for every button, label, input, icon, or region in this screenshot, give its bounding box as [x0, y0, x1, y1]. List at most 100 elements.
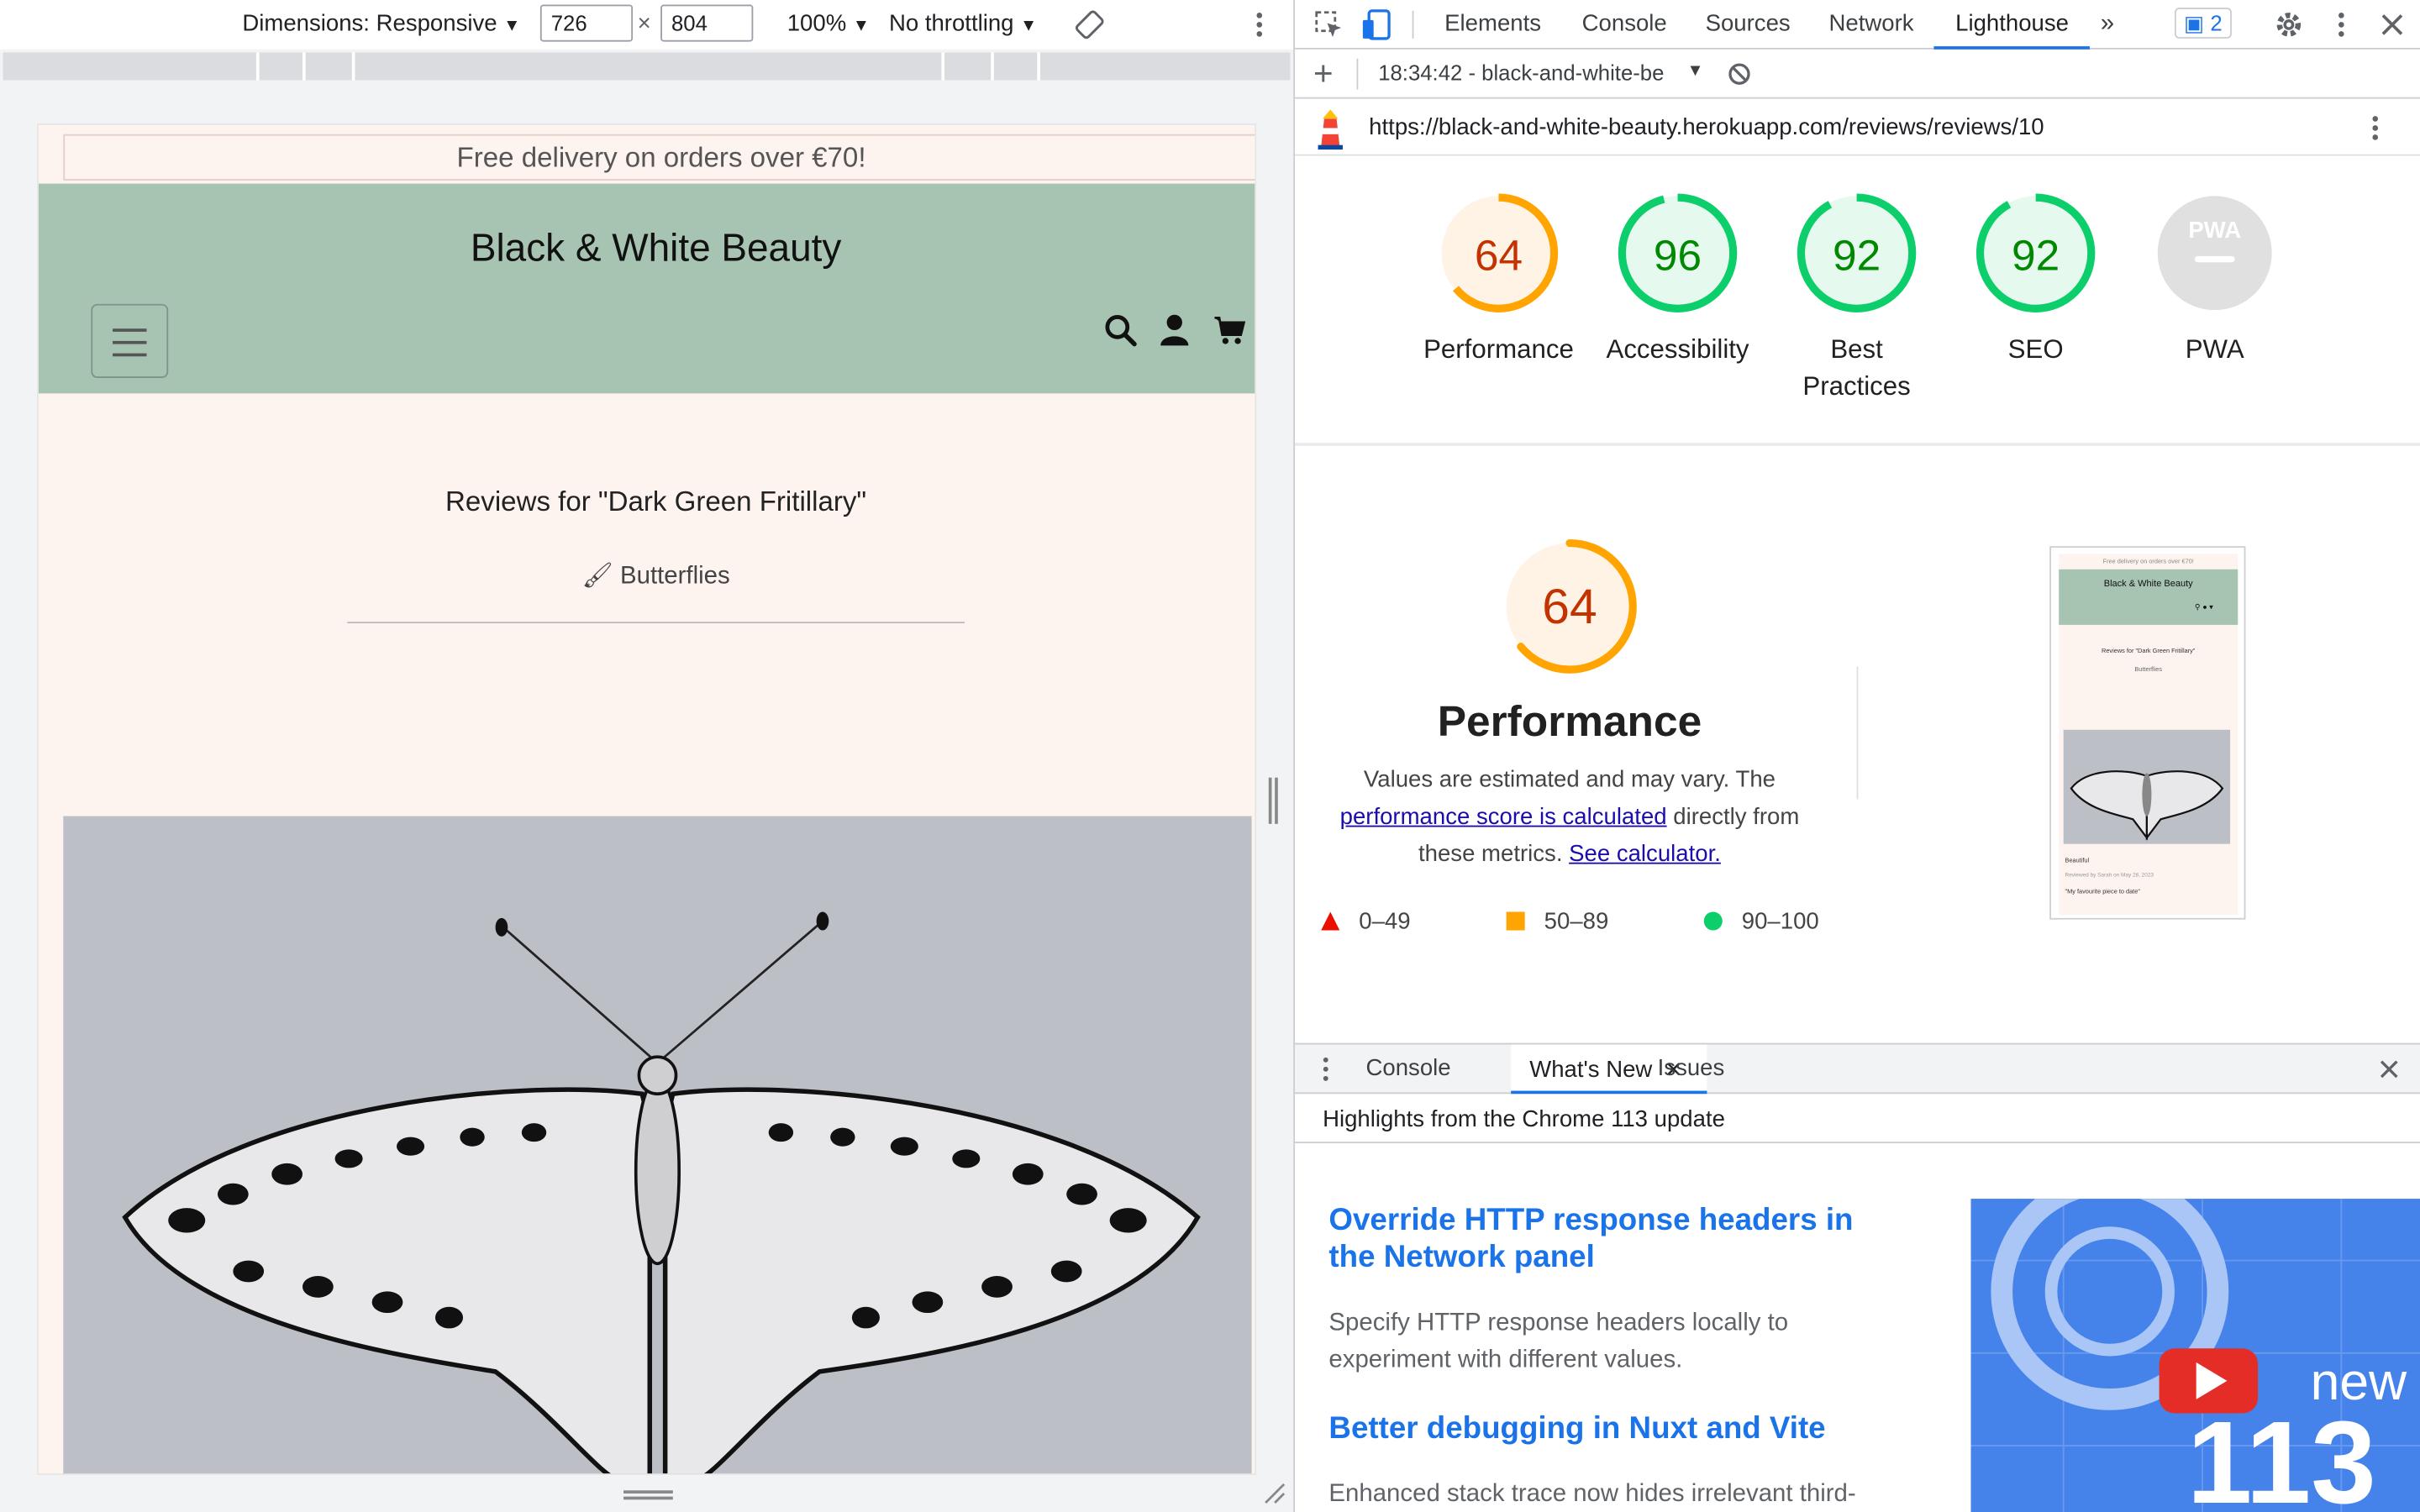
tab-sources[interactable]: Sources — [1706, 0, 1791, 50]
thumb-butterfly — [2070, 770, 2224, 841]
times-sign: × — [637, 10, 651, 38]
bottom-resize-handle[interactable] — [623, 1490, 673, 1500]
issues-count: 2 — [2210, 10, 2223, 36]
corner-resize-icon[interactable] — [1262, 1481, 1286, 1505]
settings-gear-icon[interactable] — [2274, 9, 2305, 40]
site-brand[interactable]: Black & White Beauty — [39, 227, 1255, 271]
menu-toggle-button[interactable] — [91, 303, 169, 379]
media-query-segment[interactable] — [260, 52, 306, 81]
desc-text-2: directly from — [1673, 803, 1800, 831]
thumb-review-text: "My favourite piece to date" — [2065, 887, 2140, 895]
feature-text-2: Enhanced stack trace now hides irrelevan… — [1328, 1481, 1856, 1508]
hamburger-line — [113, 328, 147, 332]
tab-network[interactable]: Network — [1829, 0, 1914, 50]
chevron-down-icon[interactable]: ▼ — [1683, 61, 1704, 81]
gauge-score: 64 — [1475, 230, 1523, 279]
green-circle-icon — [1703, 911, 1723, 931]
device-pane: Dimensions: Responsive ▼ 726 × 804 100% … — [0, 0, 1294, 1512]
clear-icon[interactable] — [1727, 61, 1751, 86]
category-label: Butterflies — [620, 563, 730, 590]
report-selector[interactable]: 18:34:42 - black-and-white-be — [1378, 60, 1696, 85]
vertical-divider — [1856, 666, 1859, 800]
chrome-113-promo-image[interactable]: new 113 — [1970, 1199, 2420, 1512]
report-url-bar: https://black-and-white-beauty.herokuapp… — [1295, 100, 2420, 156]
more-options-icon[interactable] — [1247, 9, 1271, 40]
drawer-tab-issues[interactable]: Issues — [1658, 1044, 1725, 1094]
thumb-page: Free delivery on orders over €70! Black … — [2059, 554, 2238, 916]
promo-version-number: 113 — [2186, 1398, 2376, 1512]
media-query-bar[interactable] — [3, 52, 1291, 81]
lighthouse-logo-icon — [1318, 109, 1343, 150]
width-input[interactable]: 726 — [539, 4, 634, 42]
see-calculator-link[interactable]: See calculator. — [1569, 841, 1721, 867]
legend-pass-label: 90–100 — [1741, 908, 1819, 936]
height-input[interactable]: 804 — [660, 4, 754, 42]
category-link[interactable]: 🖌 Butterflies — [39, 560, 1255, 591]
issues-badge[interactable]: ▣ 2 — [2174, 8, 2232, 39]
gauge-score: 92 — [2012, 230, 2060, 279]
lighthouse-toolbar: + 18:34:42 - black-and-white-be ▼ — [1295, 50, 2420, 99]
inspect-element-icon[interactable] — [1313, 9, 1344, 40]
gauge-label[interactable]: PWA — [2114, 332, 2315, 369]
gauge-performance[interactable]: 64 — [1437, 192, 1560, 315]
more-tabs-icon[interactable]: » — [2101, 0, 2114, 50]
customize-menu-icon[interactable] — [2329, 9, 2354, 40]
feature-text-1: Specify HTTP response headers locally to… — [1328, 1310, 1789, 1373]
gauge-score: 96 — [1654, 230, 1702, 279]
orange-square-icon — [1506, 911, 1525, 931]
close-drawer-icon[interactable] — [2378, 1058, 2400, 1080]
gauge-seo[interactable]: 92 — [1974, 192, 2097, 315]
gauge-label[interactable]: Performance — [1398, 332, 1599, 369]
tab-console[interactable]: Console — [1582, 0, 1667, 50]
final-screenshot-thumbnail[interactable]: Free delivery on orders over €70! Black … — [2049, 546, 2246, 920]
pwa-badge-text: PWA — [2188, 217, 2241, 243]
divider — [347, 622, 965, 624]
report-menu-icon[interactable] — [2363, 113, 2387, 144]
thumb-header-icons: ⚲ ● ▾ — [2194, 603, 2213, 613]
gauge-accessibility[interactable]: 96 — [1616, 192, 1739, 315]
gauge-label[interactable]: SEO — [1935, 332, 2136, 369]
emulated-viewport: Free delivery on orders over €70! Black … — [37, 123, 1257, 1475]
zoom-dropdown[interactable]: 100% ▼ — [787, 9, 870, 40]
media-query-segment[interactable] — [306, 52, 355, 81]
media-query-segment[interactable] — [3, 52, 260, 81]
gauge-score: 92 — [1833, 230, 1881, 279]
feature-heading-1[interactable]: Override HTTP response headers in the Ne… — [1328, 1202, 1884, 1276]
throttling-dropdown[interactable]: No throttling ▼ — [889, 9, 1037, 40]
gauge-label[interactable]: Best Practices — [1756, 332, 1957, 406]
tab-elements[interactable]: Elements — [1444, 0, 1541, 50]
viewport-resize-handle[interactable] — [1268, 777, 1278, 824]
search-icon[interactable] — [1103, 313, 1137, 347]
media-query-segment[interactable] — [994, 52, 1040, 81]
legend-average-label: 50–89 — [1544, 908, 1609, 936]
drawer-menu-icon[interactable] — [1313, 1055, 1338, 1083]
feature-heading-2[interactable]: Better debugging in Nuxt and Vite — [1328, 1410, 1884, 1447]
hamburger-line — [113, 340, 147, 344]
dimensions-dropdown[interactable]: Dimensions: Responsive ▼ — [242, 9, 520, 40]
message-icon: ▣ — [2183, 10, 2205, 36]
thumb-category: Butterflies — [2134, 664, 2163, 673]
thumb-header: Black & White Beauty ⚲ ● ▾ — [2059, 569, 2238, 625]
gauge-best-practices[interactable]: 92 — [1795, 192, 1918, 315]
report-selector-label: 18:34:42 - black-and-white-be — [1378, 60, 1665, 86]
gauge-pwa[interactable]: PWA — [2153, 192, 2276, 315]
toolbar-divider — [1412, 10, 1414, 39]
device-toolbar: Dimensions: Responsive ▼ 726 × 804 100% … — [0, 0, 1294, 50]
desc-text-1: Values are estimated and may vary. The — [1363, 766, 1776, 794]
legend-fail: 0–49 — [1321, 909, 1411, 937]
performance-heading: Performance — [1437, 697, 1702, 746]
tab-lighthouse[interactable]: Lighthouse — [1933, 0, 2091, 50]
site-header: Black & White Beauty — [38, 183, 1255, 394]
drawer-tab-console[interactable]: Console — [1366, 1044, 1451, 1094]
gauge-label[interactable]: Accessibility — [1577, 332, 1778, 369]
account-icon[interactable] — [1158, 313, 1192, 347]
cart-icon[interactable] — [1213, 313, 1247, 347]
report-url[interactable]: https://black-and-white-beauty.herokuapp… — [1369, 114, 2044, 140]
performance-description: Values are estimated and may vary. The p… — [1335, 762, 1804, 873]
score-calculated-link[interactable]: performance score is calculated — [1340, 804, 1667, 830]
close-devtools-icon[interactable] — [2378, 11, 2406, 39]
device-toolbar-icon[interactable] — [1360, 8, 1393, 41]
new-report-icon[interactable]: + — [1313, 54, 1334, 94]
rotate-icon[interactable] — [1074, 9, 1105, 40]
media-query-segment[interactable] — [941, 52, 994, 81]
